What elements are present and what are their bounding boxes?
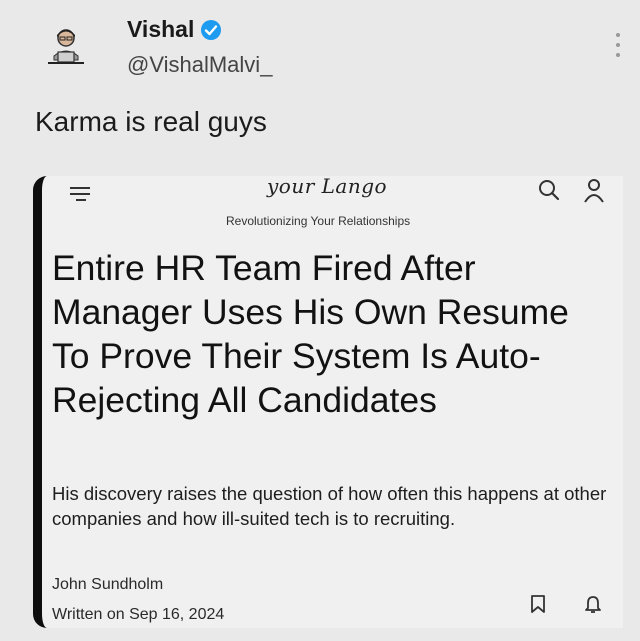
site-tagline: Revolutionizing Your Relationships [226,214,411,228]
name-row: Vishal [127,16,222,43]
avatar[interactable] [44,26,88,70]
user-handle[interactable]: @VishalMalvi_ [127,52,272,78]
avatar-illustration-icon [48,29,84,64]
article-card[interactable]: your Lango Revolutionizing Your Relation… [33,174,623,628]
article-summary: His discovery raises the question of how… [52,483,607,529]
verified-badge-icon [201,19,222,40]
more-options-icon[interactable] [612,30,624,60]
tweet-text: Karma is real guys [35,106,267,137]
article-author[interactable]: John Sundholm [52,576,163,594]
article-date: Written on Sep 16, 2024 [52,606,225,623]
article-headline[interactable]: Entire HR Team Fired After Manager Uses … [52,246,612,422]
search-icon[interactable] [537,178,561,202]
site-logo[interactable]: your Lango [267,174,387,198]
user-icon[interactable] [582,178,606,204]
display-name[interactable]: Vishal [127,16,194,43]
bell-icon[interactable] [584,594,602,614]
menu-icon[interactable] [66,182,94,206]
tweet-header: Vishal @VishalMalvi_ [0,0,640,100]
bookmark-icon[interactable] [530,594,546,614]
